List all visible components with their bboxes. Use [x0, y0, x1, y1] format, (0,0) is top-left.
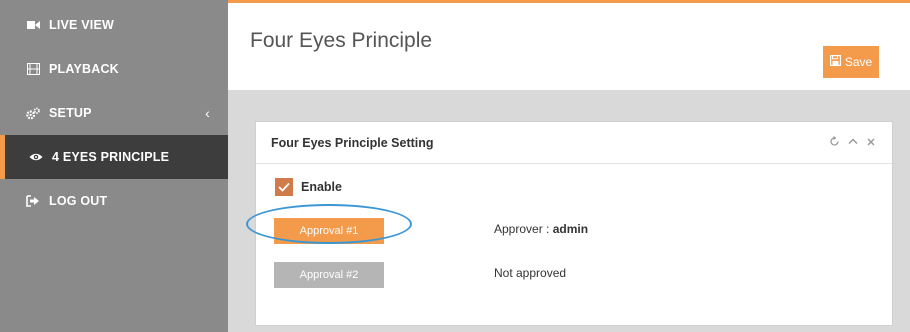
panel-header: Four Eyes Principle Setting: [256, 122, 892, 164]
floppy-disk-icon: [829, 55, 841, 69]
page-title: Four Eyes Principle: [250, 29, 433, 52]
close-icon[interactable]: [866, 136, 876, 149]
sidebar-item-label: PLAYBACK: [49, 62, 119, 76]
enable-checkbox[interactable]: [275, 178, 293, 196]
sidebar-item-setup[interactable]: SETUP ‹: [0, 91, 228, 135]
panel-tools: [829, 136, 876, 149]
sidebar: LIVE VIEW PLAYBACK SETUP ‹ 4 EYES PRINCI…: [0, 0, 228, 332]
approval-1-status: Approver : admin: [494, 222, 588, 236]
approver-prefix: Approver :: [494, 222, 553, 236]
collapse-icon[interactable]: [848, 136, 858, 149]
page-header: Four Eyes Principle Save: [228, 3, 910, 90]
approval-1-button[interactable]: Approval #1: [274, 218, 384, 244]
sidebar-item-log-out[interactable]: LOG OUT: [0, 179, 228, 223]
gears-icon: [26, 106, 40, 120]
approver-name: admin: [552, 222, 589, 236]
checkmark-icon: [278, 182, 290, 192]
approval-2-button[interactable]: Approval #2: [274, 262, 384, 288]
sidebar-item-label: 4 EYES PRINCIPLE: [52, 150, 170, 164]
logout-icon: [26, 194, 40, 208]
save-button-label: Save: [844, 55, 873, 69]
enable-row: Enable: [275, 178, 342, 196]
approval-2-status: Not approved: [494, 266, 567, 280]
panel-title: Four Eyes Principle Setting: [271, 136, 434, 150]
save-button[interactable]: Save: [823, 46, 879, 78]
eye-icon: [29, 150, 43, 164]
sidebar-item-label: LOG OUT: [49, 194, 108, 208]
refresh-icon[interactable]: [829, 136, 840, 149]
video-camera-icon: [26, 18, 40, 32]
sidebar-item-4-eyes-principle[interactable]: 4 EYES PRINCIPLE: [0, 135, 228, 179]
sidebar-item-playback[interactable]: PLAYBACK: [0, 47, 228, 91]
content-area: Four Eyes Principle Setting Enable Appro…: [228, 90, 910, 332]
enable-label: Enable: [301, 180, 342, 194]
chevron-left-icon: ‹: [205, 105, 210, 121]
film-icon: [26, 62, 40, 76]
sidebar-item-label: LIVE VIEW: [49, 18, 115, 32]
sidebar-item-live-view[interactable]: LIVE VIEW: [0, 3, 228, 47]
settings-panel: Four Eyes Principle Setting Enable Appro…: [255, 121, 893, 326]
sidebar-item-label: SETUP: [49, 106, 92, 120]
